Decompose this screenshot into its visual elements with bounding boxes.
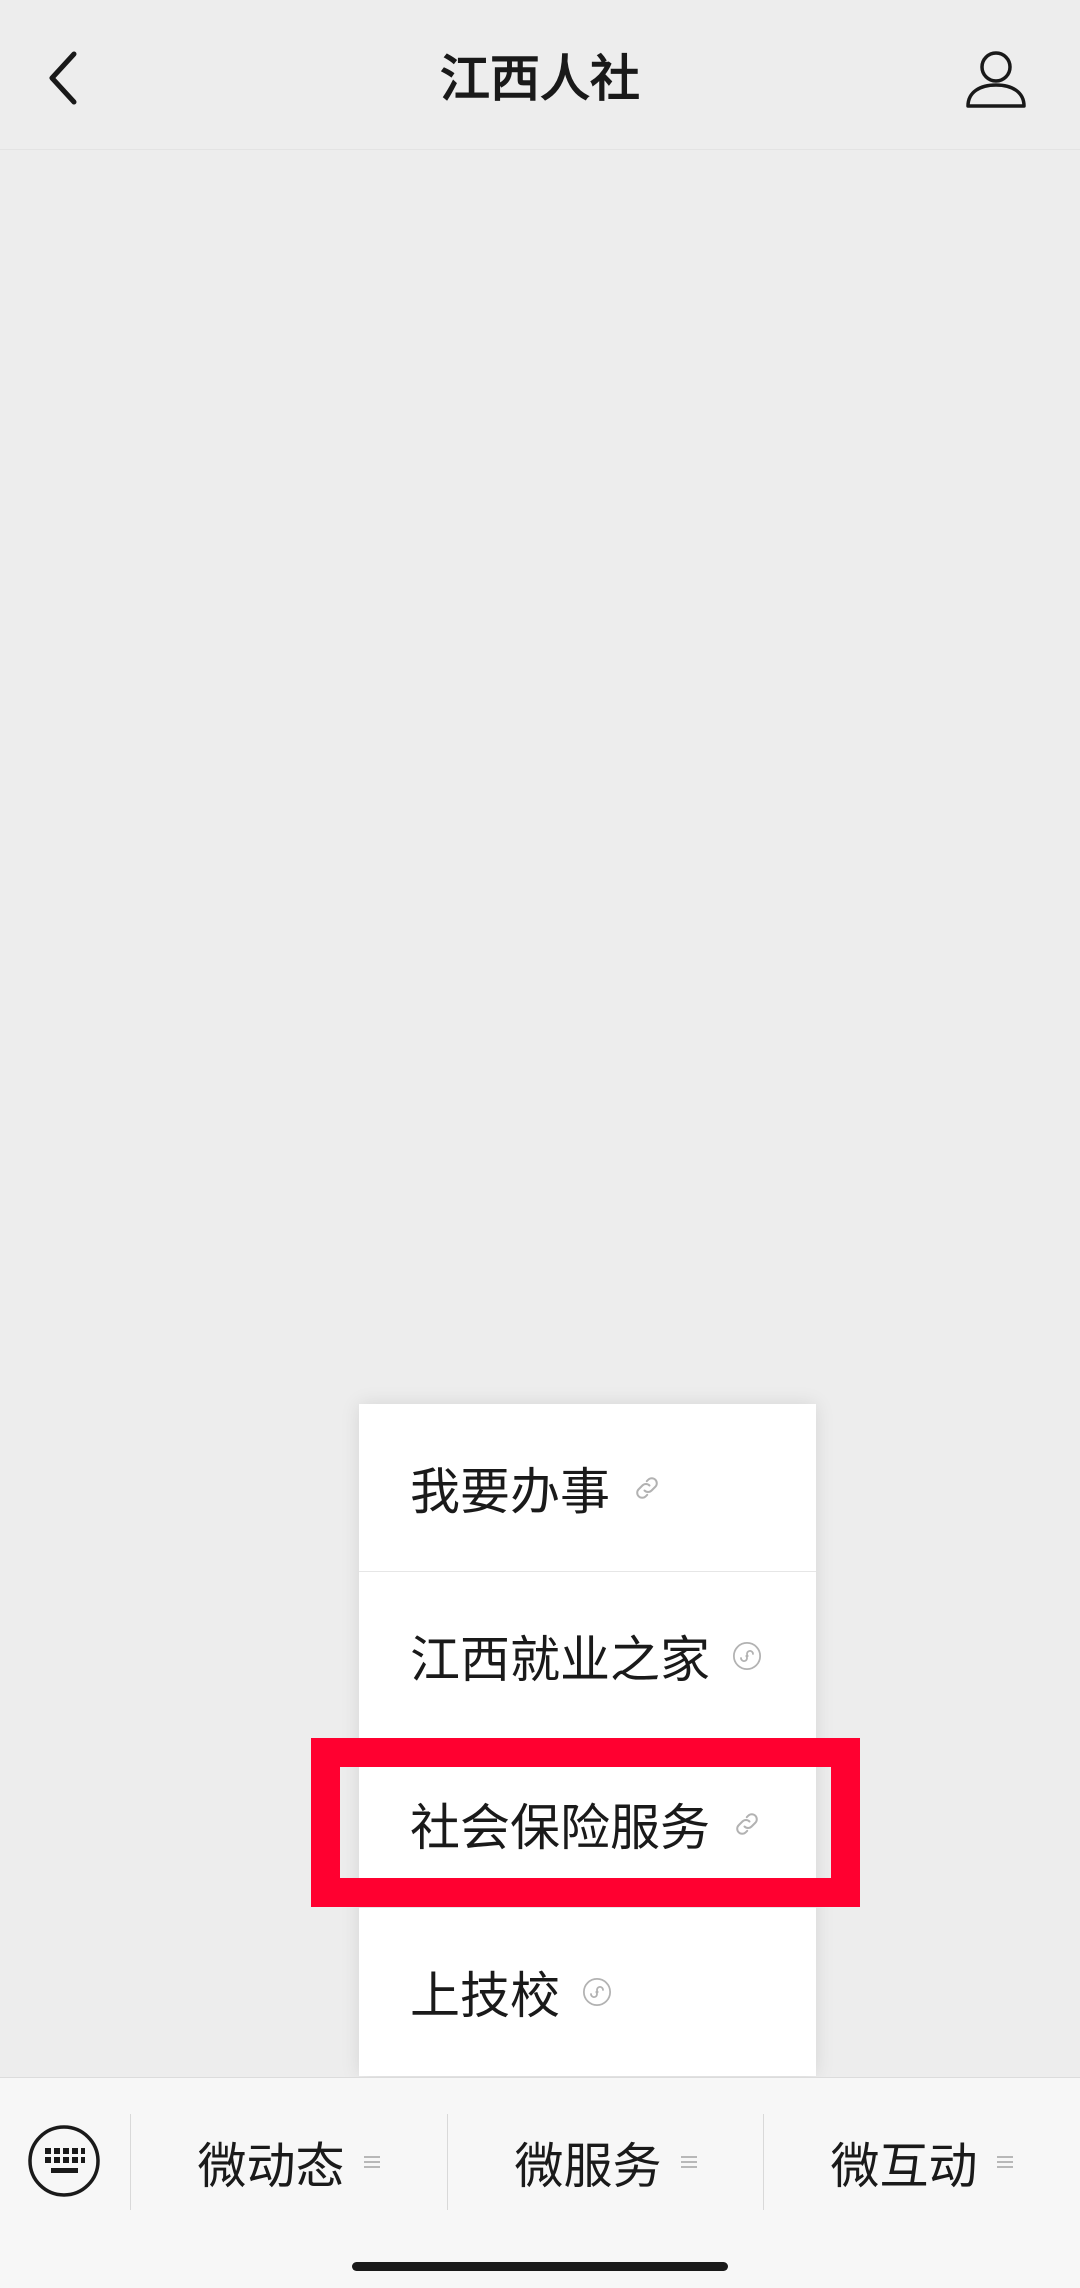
- menu-lines-icon: [680, 2153, 698, 2171]
- mini-program-icon: [732, 1641, 762, 1671]
- menu-item-江西就业之家[interactable]: 江西就业之家: [359, 1572, 816, 1740]
- menu-lines-icon: [363, 2153, 381, 2171]
- menu-item-label: 社会保险服务: [410, 1799, 710, 1856]
- tab-label: 微互动: [830, 2139, 978, 2194]
- tab-微服务[interactable]: 微服务: [448, 2114, 764, 2210]
- chevron-left-icon[interactable]: [44, 48, 84, 108]
- link-icon: [732, 1809, 762, 1839]
- keyboard-icon[interactable]: [27, 2124, 101, 2198]
- tab-label: 微服务: [514, 2139, 662, 2194]
- menu-item-label: 我要办事: [410, 1463, 610, 1520]
- bottom-menu-bar: 微动态 微服务 微互动: [0, 2077, 1080, 2288]
- top-nav-bar: 江西人社: [0, 0, 1080, 150]
- menu-item-社会保险服务[interactable]: 社会保险服务: [359, 1740, 816, 1908]
- tab-label: 微动态: [197, 2139, 345, 2194]
- menu-item-label: 上技校: [410, 1968, 560, 2024]
- tab-微互动[interactable]: 微互动: [764, 2114, 1080, 2210]
- user-icon[interactable]: [964, 48, 1028, 110]
- popup-menu: 我要办事 江西就业之家 社会保险服务 上技校: [359, 1404, 816, 2076]
- menu-lines-icon: [996, 2153, 1014, 2171]
- menu-item-label: 江西就业之家: [410, 1631, 710, 1688]
- link-icon: [632, 1473, 662, 1503]
- mini-program-icon: [582, 1977, 612, 2007]
- menu-item-我要办事[interactable]: 我要办事: [359, 1404, 816, 1572]
- home-indicator[interactable]: [352, 2262, 728, 2271]
- menu-item-上技校[interactable]: 上技校: [359, 1908, 816, 2076]
- tab-微动态[interactable]: 微动态: [131, 2114, 447, 2210]
- page-title: 江西人社: [440, 51, 640, 107]
